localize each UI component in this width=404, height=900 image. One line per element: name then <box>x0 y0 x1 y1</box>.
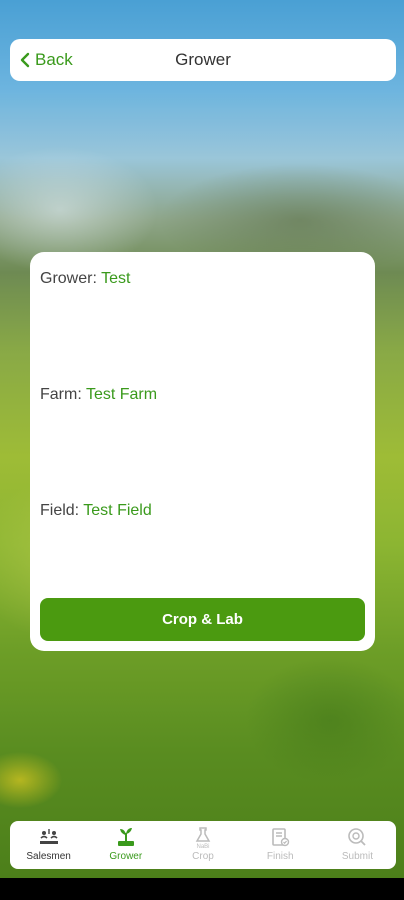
field-row: Field: Test Field <box>40 502 152 520</box>
grower-info-card: Grower: Test Farm: Test Farm Field: Test… <box>30 252 375 651</box>
grower-label: Grower: <box>40 270 97 287</box>
system-nav-strip <box>0 878 404 900</box>
crop-lab-button[interactable]: Crop & Lab <box>40 598 365 641</box>
farm-row: Farm: Test Farm <box>40 386 157 404</box>
field-value: Test Field <box>83 502 152 519</box>
chevron-left-icon <box>20 52 30 68</box>
back-button[interactable]: Back <box>20 39 73 81</box>
tab-salesmen[interactable]: Salesmen <box>10 821 87 869</box>
crop-icon: NaBi <box>191 825 215 849</box>
field-label: Field: <box>40 502 80 519</box>
header-bar: Back Grower <box>10 39 396 81</box>
tab-label-submit: Submit <box>341 851 373 862</box>
tab-submit[interactable]: Submit <box>319 821 396 869</box>
svg-text:NaBi: NaBi <box>196 844 209 849</box>
back-label: Back <box>35 50 73 69</box>
bottom-tab-bar: Salesmen Grower NaBi Crop Finish Submit <box>10 821 396 869</box>
finish-icon <box>268 825 292 849</box>
tab-label-salesmen: Salesmen <box>26 851 71 862</box>
tab-label-finish: Finish <box>266 851 294 862</box>
salesmen-icon <box>37 825 61 849</box>
tab-finish[interactable]: Finish <box>242 821 319 869</box>
tab-label-crop: Crop <box>192 851 214 862</box>
tab-crop[interactable]: NaBi Crop <box>164 821 241 869</box>
submit-icon <box>345 825 369 849</box>
farm-label: Farm: <box>40 386 82 403</box>
grower-icon <box>114 825 138 849</box>
grower-value: Test <box>101 270 131 287</box>
farm-value: Test Farm <box>85 386 158 403</box>
tab-label-grower: Grower <box>109 851 143 862</box>
grower-row: Grower: Test <box>40 270 130 288</box>
tab-grower[interactable]: Grower <box>87 821 164 869</box>
